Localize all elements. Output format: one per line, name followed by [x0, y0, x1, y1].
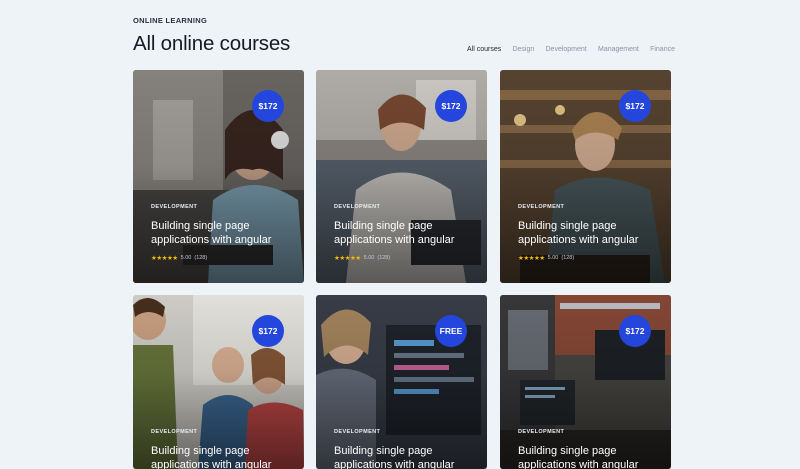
star-rating-icon: ★★★★★: [151, 255, 178, 262]
course-card[interactable]: $172 DEVELOPMENT Building single page ap…: [500, 70, 671, 283]
course-title[interactable]: Building single page applications with a…: [518, 444, 658, 469]
rating-value: 5.00: [363, 255, 375, 261]
price-badge: $172: [252, 315, 284, 347]
course-category: DEVELOPMENT: [518, 429, 565, 435]
course-category: DEVELOPMENT: [151, 204, 198, 210]
filter-all-courses[interactable]: All courses: [467, 46, 501, 53]
course-category: DEVELOPMENT: [334, 429, 381, 435]
filter-development[interactable]: Development: [546, 46, 587, 53]
filter-design[interactable]: Design: [512, 46, 534, 53]
review-count: (128): [561, 255, 575, 261]
course-title[interactable]: Building single page applications with a…: [151, 444, 291, 469]
course-rating: ★★★★★ 5.00 (128): [518, 254, 574, 262]
course-title[interactable]: Building single page applications with a…: [334, 219, 474, 247]
eyebrow-label: ONLINE LEARNING: [133, 16, 208, 25]
course-category: DEVELOPMENT: [151, 429, 198, 435]
price-badge: FREE: [435, 315, 467, 347]
review-count: (128): [194, 255, 208, 261]
course-card[interactable]: $172 DEVELOPMENT Building single page ap…: [133, 295, 304, 469]
rating-value: 5.00: [180, 255, 192, 261]
course-card[interactable]: $172 DEVELOPMENT Building single page ap…: [500, 295, 671, 469]
price-badge: $172: [252, 90, 284, 122]
price-badge: $172: [619, 90, 651, 122]
star-rating-icon: ★★★★★: [334, 255, 361, 262]
star-rating-icon: ★★★★★: [518, 255, 545, 262]
filter-management[interactable]: Management: [598, 46, 639, 53]
course-card[interactable]: $172 DEVELOPMENT Building single page ap…: [133, 70, 304, 283]
review-count: (128): [377, 255, 391, 261]
category-filter-tabs: All courses Design Development Managemen…: [467, 43, 675, 55]
filter-finance[interactable]: Finance: [650, 46, 675, 53]
price-badge: $172: [619, 315, 651, 347]
rating-value: 5.00: [547, 255, 559, 261]
course-card[interactable]: FREE DEVELOPMENT Building single page ap…: [316, 295, 487, 469]
course-card[interactable]: $172 DEVELOPMENT Building single page ap…: [316, 70, 487, 283]
course-title[interactable]: Building single page applications with a…: [334, 444, 474, 469]
course-rating: ★★★★★ 5.00 (128): [334, 254, 390, 262]
course-category: DEVELOPMENT: [518, 204, 565, 210]
course-rating: ★★★★★ 5.00 (128): [151, 254, 207, 262]
course-title[interactable]: Building single page applications with a…: [151, 219, 291, 247]
price-badge: $172: [435, 90, 467, 122]
page-title: All online courses: [133, 32, 291, 55]
course-category: DEVELOPMENT: [334, 204, 381, 210]
course-title[interactable]: Building single page applications with a…: [518, 219, 658, 247]
